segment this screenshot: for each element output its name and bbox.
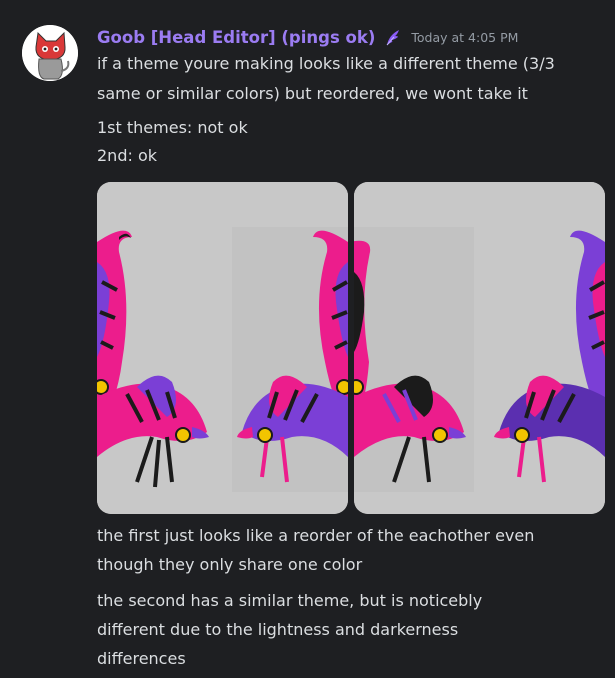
message-text-line: differences <box>97 649 186 668</box>
message-text-line: if a theme youre making looks like a dif… <box>97 54 555 73</box>
message-text-line: the second has a similar theme, but is n… <box>97 591 483 610</box>
message-text-line: different due to the lightness and darke… <box>97 620 459 639</box>
dragon-artwork-image <box>97 182 348 514</box>
purple-feather-icon[interactable] <box>383 27 403 47</box>
timestamp[interactable]: Today at 4:05 PM <box>411 30 518 45</box>
message-text-line: 1st themes: not ok <box>97 118 248 137</box>
avatar[interactable] <box>22 25 78 81</box>
message-text-line: the first just looks like a reorder of t… <box>97 526 535 545</box>
attachment-image-1[interactable] <box>97 182 348 514</box>
chat-message: Goob [Head Editor] (pings ok) Today at 4… <box>0 0 615 678</box>
cat-avatar-icon <box>22 25 78 81</box>
message-text-line: same or similar colors) but reordered, w… <box>97 84 528 103</box>
message-text-line: 2nd: ok <box>97 146 158 165</box>
message-text-line: though they only share one color <box>97 555 363 574</box>
dragon-artwork-image <box>354 182 605 514</box>
username[interactable]: Goob [Head Editor] (pings ok) <box>97 28 375 47</box>
image-attachments <box>97 182 605 514</box>
attachment-image-2[interactable] <box>354 182 605 514</box>
message-header: Goob [Head Editor] (pings ok) Today at 4… <box>97 24 518 50</box>
